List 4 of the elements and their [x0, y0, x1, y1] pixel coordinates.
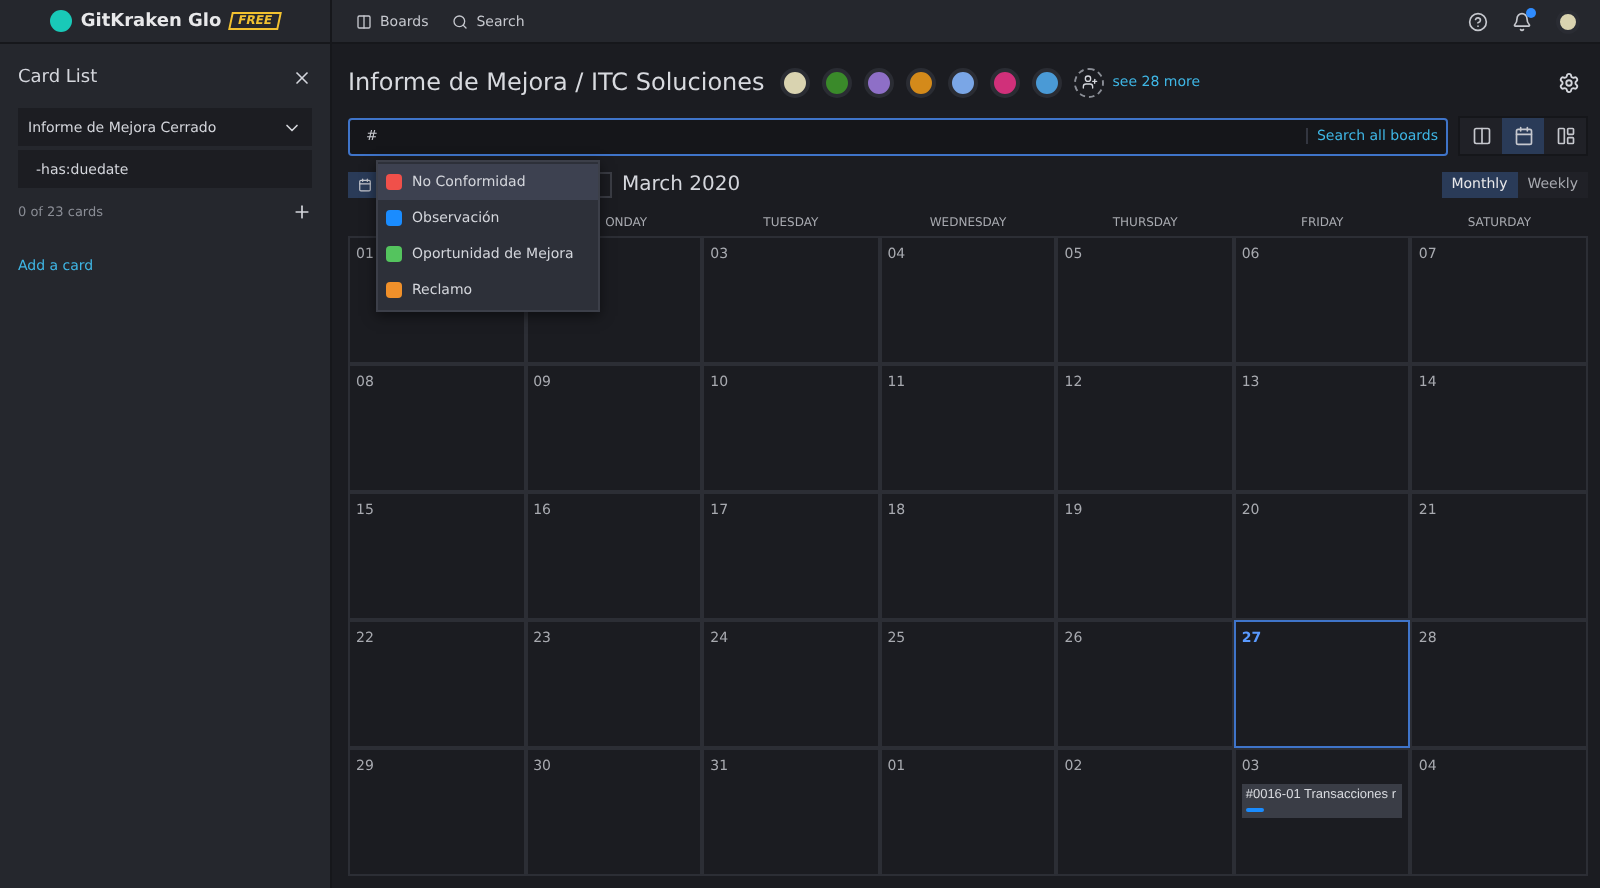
- month-title: March 2020: [622, 173, 741, 195]
- board-title: Informe de Mejora / ITC Soluciones: [348, 68, 765, 96]
- panel-title: Card List: [18, 68, 98, 88]
- product-name: GitKraken Glo: [80, 11, 222, 31]
